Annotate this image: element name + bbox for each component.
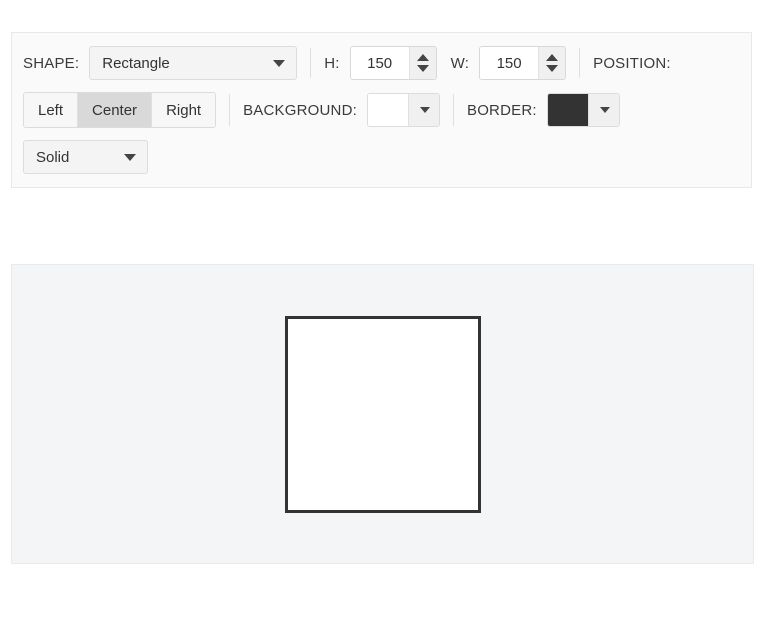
position-option-left[interactable]: Left	[24, 93, 78, 127]
position-option-center[interactable]: Center	[77, 93, 152, 127]
arrow-up-icon[interactable]	[416, 54, 429, 61]
background-label: BACKGROUND:	[243, 101, 357, 119]
height-stepper[interactable]: 150	[349, 46, 437, 80]
chevron-down-icon	[419, 107, 430, 113]
height-stepper-buttons[interactable]	[408, 47, 436, 79]
width-input[interactable]: 150	[480, 47, 539, 79]
toolbar-row-position: Left Center Right BACKGROUND: BORDER:	[23, 92, 740, 128]
width-stepper[interactable]: 150	[479, 46, 567, 80]
height-input[interactable]: 150	[350, 47, 409, 79]
toolbar-divider	[310, 48, 312, 78]
border-color-swatch[interactable]	[547, 94, 588, 126]
position-option-right[interactable]: Right	[151, 93, 216, 127]
arrow-down-icon[interactable]	[416, 65, 429, 72]
shape-label: SHAPE:	[23, 54, 80, 72]
background-color-picker[interactable]	[366, 93, 440, 127]
toolbar-row-shape: SHAPE: Rectangle H: 150 W: 150 POSITION:	[23, 46, 740, 80]
shape-select-value: Rectangle	[102, 54, 170, 72]
arrow-up-icon[interactable]	[546, 54, 559, 61]
rendered-rectangle-shape[interactable]	[285, 316, 481, 513]
background-color-dropdown-button[interactable]	[407, 94, 439, 126]
border-color-picker[interactable]	[546, 93, 620, 127]
shape-canvas[interactable]	[11, 264, 754, 564]
chevron-down-icon	[599, 107, 610, 113]
position-segmented-group[interactable]: Left Center Right	[23, 92, 217, 128]
shape-select[interactable]: Rectangle	[89, 46, 298, 80]
chevron-down-icon	[124, 154, 136, 161]
height-label: H:	[324, 54, 340, 72]
border-style-value: Solid	[36, 148, 70, 166]
toolbar-row-border-style: Solid	[23, 140, 740, 174]
position-label: POSITION:	[593, 54, 671, 72]
border-color-dropdown-button[interactable]	[587, 94, 619, 126]
toolbar-divider	[452, 94, 454, 126]
width-stepper-buttons[interactable]	[538, 47, 566, 79]
border-label: BORDER:	[466, 101, 537, 119]
chevron-down-icon	[273, 60, 286, 67]
toolbar-divider	[579, 48, 581, 78]
width-label: W:	[450, 54, 470, 72]
border-style-select[interactable]: Solid	[23, 140, 148, 174]
shape-toolbar: SHAPE: Rectangle H: 150 W: 150 POSITION:	[11, 32, 752, 188]
toolbar-divider	[229, 94, 231, 126]
background-color-swatch[interactable]	[367, 94, 408, 126]
arrow-down-icon[interactable]	[546, 65, 559, 72]
